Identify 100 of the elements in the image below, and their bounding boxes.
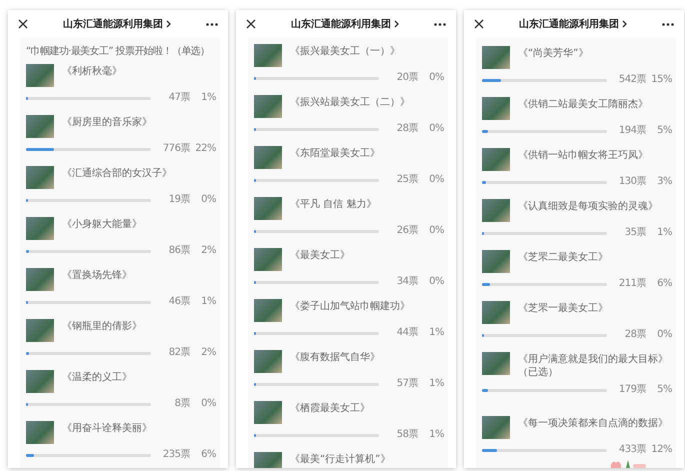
photo-placeholder [26, 217, 54, 240]
photo-placeholder [254, 197, 282, 220]
entry-title[interactable]: 《小身躯大能量》 [62, 217, 142, 231]
photo-placeholder [26, 115, 54, 138]
vote-count: 433票 [618, 445, 646, 455]
photo-placeholder [26, 268, 54, 291]
entry-title[interactable]: 《平凡 自信 魅力》 [290, 197, 376, 211]
vote-count: 19票 [168, 195, 190, 205]
photo-placeholder [26, 319, 54, 342]
vote-percent: 1% [428, 379, 444, 389]
vote-count: 58票 [396, 430, 418, 440]
vote-percent: 3% [656, 177, 672, 187]
entry-title[interactable]: 《振兴最美女工（一）》 [290, 44, 400, 58]
entry-title[interactable]: 《用户满意就是我们的最大目标》（已选） [518, 352, 672, 379]
vote-percent: 6% [200, 450, 216, 460]
photo-placeholder [26, 166, 54, 189]
entry-title[interactable]: 《东陌堂最美女工》 [290, 146, 380, 160]
entry-title[interactable]: 《厨房里的音乐家》 [62, 115, 152, 129]
vote-count: 179票 [618, 385, 646, 395]
photo-placeholder [254, 146, 282, 169]
vote-percent: 1% [200, 93, 216, 103]
entry-title[interactable]: 《供销一站巾帼女将王巧凤》 [518, 148, 648, 162]
entry-title[interactable]: 《“尚美芳华”》 [518, 46, 588, 60]
vote-count: 28票 [396, 124, 418, 134]
entry-title[interactable]: 《最美女工》 [290, 248, 350, 262]
entry-title[interactable]: 《每一项决策都来自点滴的数据》 [518, 416, 668, 430]
photo-placeholder [482, 352, 510, 375]
entry-title[interactable]: 《供销二站最美女工隋丽杰》 [518, 97, 648, 111]
vote-count: 8票 [174, 399, 190, 409]
vote-count: 25票 [396, 175, 418, 185]
vote-count: 47票 [168, 93, 190, 103]
vote-percent: 0% [428, 124, 444, 134]
photo-placeholder [254, 248, 282, 271]
vote-percent: 15% [650, 75, 672, 85]
poll-heading: “巾帼建功·最美女工” 投票开始啦！（单选） [26, 44, 211, 59]
window-title: 山东汇通能源利用集团 [519, 17, 619, 31]
vote-percent: 1% [656, 228, 672, 238]
more-icon[interactable] [434, 22, 446, 26]
vote-percent: 0% [656, 330, 672, 340]
vote-count: 82票 [168, 348, 190, 358]
photo-placeholder [482, 97, 510, 120]
vote-count: 35票 [624, 228, 646, 238]
vote-count: 194票 [618, 126, 646, 136]
vote-percent: 12% [650, 445, 672, 455]
close-icon[interactable] [474, 19, 484, 29]
vote-percent: 2% [200, 348, 216, 358]
vote-count: 34票 [396, 277, 418, 287]
entry-title[interactable]: 《汇通综合部的女汉子》 [62, 166, 172, 180]
entry-title[interactable]: 《钢瓶里的倩影》 [62, 319, 142, 333]
photo-placeholder [482, 416, 510, 439]
vote-percent: 0% [428, 277, 444, 287]
vote-percent: 5% [656, 385, 672, 395]
chevron-icon[interactable] [394, 20, 399, 28]
vote-count: 57票 [396, 379, 418, 389]
entry-title[interactable]: 《振兴站最美女工（二）》 [290, 95, 410, 109]
photo-placeholder [254, 95, 282, 118]
entry-title[interactable]: 《认真细致是每项实验的灵魂》 [518, 199, 658, 213]
vote-count: 20票 [396, 73, 418, 83]
close-icon[interactable] [246, 19, 256, 29]
vote-percent: 0% [428, 226, 444, 236]
vote-percent: 1% [200, 297, 216, 307]
photo-placeholder [254, 299, 282, 322]
entry-title[interactable]: 《娄子山加气站巾帼建功》 [290, 299, 410, 313]
photo-placeholder [482, 301, 510, 324]
vote-count: 542票 [618, 75, 646, 85]
window-title: 山东汇通能源利用集团 [291, 17, 391, 31]
vote-percent: 5% [656, 126, 672, 136]
more-icon[interactable] [662, 22, 674, 26]
close-icon[interactable] [18, 19, 28, 29]
entry-title[interactable]: 《芝罘二最美女工》 [518, 250, 608, 264]
vote-percent: 6% [656, 279, 672, 289]
vote-count: 130票 [618, 177, 646, 187]
vote-count: 235票 [162, 450, 190, 460]
vote-percent: 2% [200, 246, 216, 256]
entry-title[interactable]: 《芝罘一最美女工》 [518, 301, 608, 315]
entry-title[interactable]: 《最美“行走计算机”》 [290, 452, 390, 466]
more-icon[interactable] [206, 22, 218, 26]
photo-placeholder [482, 148, 510, 171]
entry-title[interactable]: 《腹有数据气自华》 [290, 350, 380, 364]
entry-title[interactable]: 《温柔的义工》 [62, 370, 132, 384]
window-title: 山东汇通能源利用集团 [63, 17, 163, 31]
photo-placeholder [254, 401, 282, 424]
entry-title[interactable]: 《置换场先锋》 [62, 268, 132, 282]
vote-percent: 1% [428, 430, 444, 440]
vote-count: 776票 [162, 144, 190, 154]
vote-count: 211票 [618, 279, 646, 289]
entry-title[interactable]: 《栖霞最美女工》 [290, 401, 370, 415]
photo-placeholder [254, 350, 282, 373]
entry-title[interactable]: 《利析秋毫》 [62, 64, 122, 78]
vote-count: 26票 [396, 226, 418, 236]
chevron-icon[interactable] [622, 20, 627, 28]
photo-placeholder [26, 370, 54, 393]
photo-placeholder [482, 250, 510, 273]
vote-percent: 0% [428, 73, 444, 83]
vote-percent: 1% [428, 328, 444, 338]
chevron-icon[interactable] [166, 20, 171, 28]
vote-count: 86票 [168, 246, 190, 256]
photo-placeholder [482, 199, 510, 222]
entry-title[interactable]: 《用奋斗诠释美丽》 [62, 421, 152, 435]
photo-placeholder [26, 421, 54, 444]
